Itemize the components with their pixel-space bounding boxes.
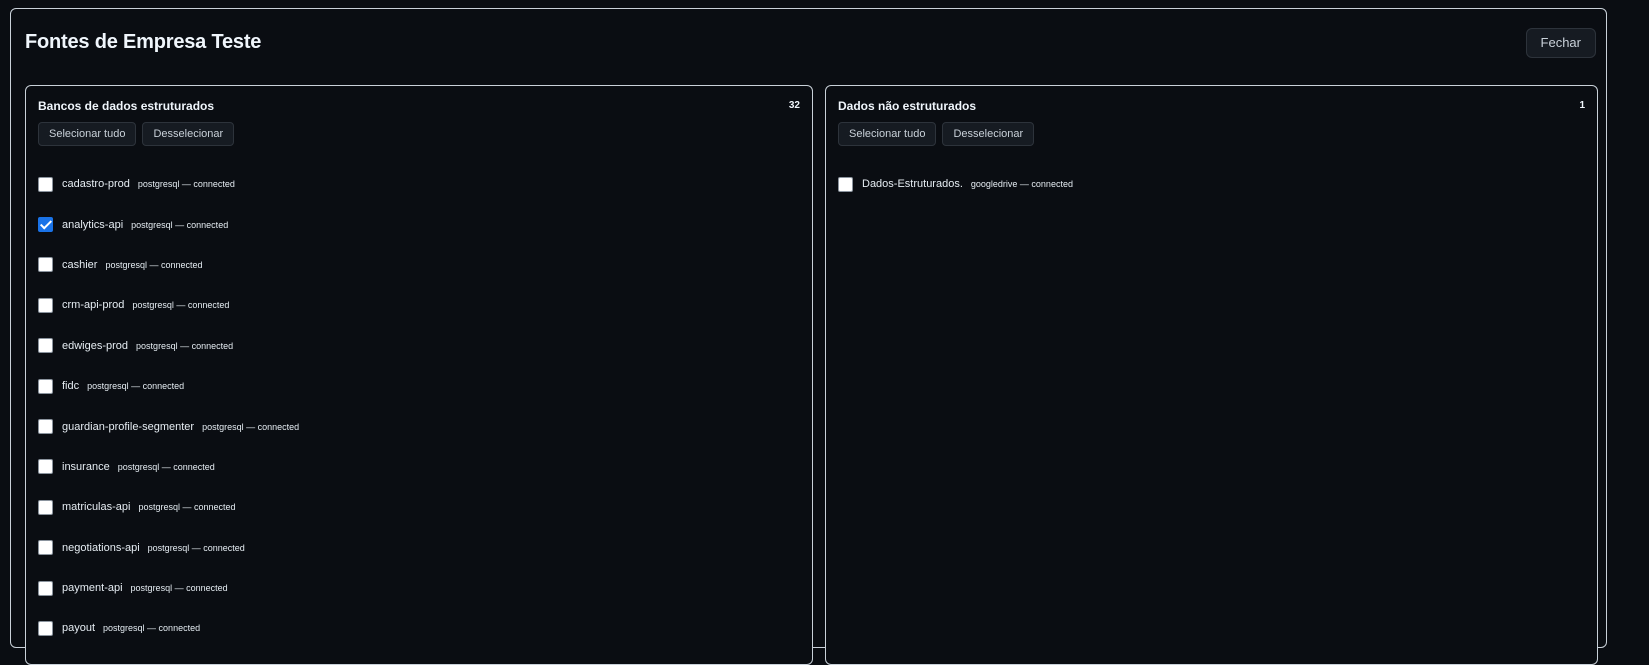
panel-actions: Selecionar tudo Desselecionar	[38, 122, 235, 146]
source-item[interactable]: Dados-Estruturados. googledrive — connect…	[838, 164, 1585, 204]
deselect-button[interactable]: Desselecionar	[142, 122, 235, 146]
source-status: postgresql — connected	[136, 340, 234, 351]
modal-title: Fontes de Empresa Teste	[25, 31, 262, 53]
checkbox[interactable]	[38, 257, 53, 273]
source-name: analytics-api	[62, 218, 124, 231]
checkbox[interactable]	[38, 459, 53, 475]
select-all-button[interactable]: Selecionar tudo	[38, 122, 137, 146]
select-all-button[interactable]: Selecionar tudo	[838, 122, 937, 146]
panel-count: 32	[788, 100, 800, 111]
source-status: postgresql — connected	[130, 583, 228, 594]
source-name: fidc	[62, 380, 80, 393]
unstructured-data-panel: Dados não estruturados 1 Selecionar tudo…	[825, 85, 1598, 665]
source-name: matriculas-api	[62, 501, 131, 514]
panel-title: Bancos de dados estruturados	[38, 99, 215, 113]
source-item[interactable]: matriculas-api postgresql — connected	[38, 487, 800, 527]
structured-source-list: cadastro-prod postgresql — connected analy…	[38, 164, 800, 649]
source-status: postgresql — connected	[137, 179, 235, 190]
source-name: negotiations-api	[62, 541, 140, 554]
source-name: guardian-profile-segmenter	[62, 420, 195, 433]
source-item[interactable]: cashier postgresql — connected	[38, 245, 800, 285]
sources-modal: Fontes de Empresa Teste Fechar Bancos de…	[10, 8, 1607, 665]
source-item[interactable]: analytics-api postgresql — connected	[38, 204, 800, 244]
source-name: crm-api-prod	[62, 299, 125, 312]
checkbox[interactable]	[38, 620, 53, 636]
checkbox[interactable]	[38, 499, 53, 515]
panel-title: Dados não estruturados	[838, 99, 977, 113]
source-status: postgresql — connected	[147, 542, 245, 553]
source-status: postgresql — connected	[87, 381, 185, 392]
source-item[interactable]: fidc postgresql — connected	[38, 366, 800, 406]
checkbox[interactable]	[38, 580, 53, 596]
structured-databases-panel: Bancos de dados estruturados 32 Selecion…	[25, 85, 813, 665]
source-status: postgresql — connected	[131, 219, 229, 230]
source-item[interactable]: insurance postgresql — connected	[38, 447, 800, 487]
source-item[interactable]: payment-api postgresql — connected	[38, 568, 800, 608]
checkbox[interactable]	[38, 338, 53, 354]
source-name: payout	[62, 622, 96, 635]
checkbox[interactable]	[38, 176, 53, 192]
source-name: cashier	[62, 258, 98, 271]
close-button[interactable]: Fechar	[1525, 28, 1596, 58]
source-status: postgresql — connected	[138, 502, 236, 513]
checkbox[interactable]	[838, 176, 853, 192]
checkbox-checked[interactable]	[38, 217, 53, 233]
checkbox[interactable]	[38, 540, 53, 556]
source-status: googledrive — connected	[970, 179, 1073, 190]
panel-count: 1	[1579, 100, 1585, 111]
source-name: edwiges-prod	[62, 339, 129, 352]
source-item[interactable]: crm-api-prod postgresql — connected	[38, 285, 800, 325]
source-status: postgresql — connected	[105, 259, 203, 270]
source-name: insurance	[62, 460, 110, 473]
checkbox[interactable]	[38, 297, 53, 313]
source-item[interactable]: guardian-profile-segmenter postgresql — c…	[38, 406, 800, 446]
source-item[interactable]: cadastro-prod postgresql — connected	[38, 164, 800, 204]
source-item[interactable]: payout postgresql — connected	[38, 608, 800, 648]
source-name: payment-api	[62, 582, 123, 595]
deselect-button[interactable]: Desselecionar	[942, 122, 1035, 146]
source-item[interactable]: edwiges-prod postgresql — connected	[38, 326, 800, 366]
checkbox[interactable]	[38, 419, 53, 435]
source-status: postgresql — connected	[132, 300, 230, 311]
checkbox[interactable]	[38, 378, 53, 394]
panel-actions: Selecionar tudo Desselecionar	[838, 122, 1035, 146]
source-status: postgresql — connected	[117, 461, 215, 472]
source-item[interactable]: negotiations-api postgresql — connected	[38, 528, 800, 568]
unstructured-source-list: Dados-Estruturados. googledrive — connect…	[838, 164, 1585, 204]
source-name: Dados-Estruturados.	[862, 178, 963, 191]
source-name: cadastro-prod	[62, 178, 130, 191]
source-status: postgresql — connected	[202, 421, 300, 432]
